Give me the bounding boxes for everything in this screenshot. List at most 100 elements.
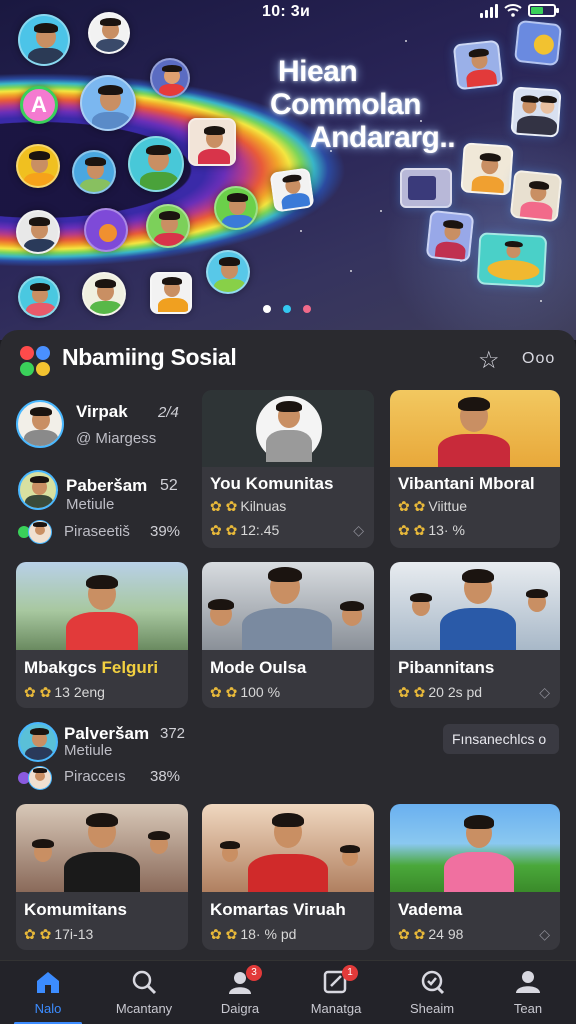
card-title: Vibantani Mboral	[398, 474, 535, 493]
search-icon	[130, 969, 158, 995]
card-meta2: ✿ ✿ 17i-13	[24, 926, 94, 942]
card-title: Komartas Viruah	[210, 900, 346, 919]
card-meta2: ✿ ✿ 100 %	[210, 684, 281, 700]
community-avatar-bubble[interactable]	[16, 144, 60, 188]
list-item-count: 2/4	[158, 404, 179, 421]
app-logo-icon	[18, 344, 52, 378]
favorite-star-icon[interactable]: ☆	[478, 346, 500, 375]
community-card[interactable]: You Komunitas ✿ ✿ Kilnuas ✿ ✿ 12:.45 ◇	[202, 390, 374, 548]
app-root: A 10: 3и Hiean Commolan Andararɡ.. Nbami…	[0, 0, 576, 1024]
media-box-tile[interactable]	[400, 168, 452, 208]
community-card[interactable]: Vibantani Mboral ✿ ✿ Viittue ✿ ✿ 13· %	[390, 390, 560, 548]
community-card[interactable]: Vadema ✿ ✿ 24 98 ◇	[390, 804, 560, 950]
carousel-pager[interactable]	[263, 305, 311, 313]
notification-badge: 3	[246, 965, 262, 981]
coin-icon: ✿ ✿	[398, 684, 426, 700]
card-image	[202, 562, 374, 650]
pager-dot[interactable]	[263, 305, 271, 313]
search-check-icon	[418, 969, 446, 995]
community-card[interactable]: Komumitans ✿ ✿ 17i-13	[16, 804, 188, 950]
avatar	[28, 520, 52, 544]
community-avatar-bubble[interactable]	[150, 58, 190, 98]
nav-label: Mcantany	[115, 1001, 173, 1016]
hero-banner[interactable]: A 10: 3и Hiean Commolan Andararɡ..	[0, 0, 576, 340]
list-item-percent: 38%	[150, 768, 181, 785]
nav-home[interactable]: Nalo	[0, 961, 96, 1024]
card-meta: ✿ ✿ Viittue	[398, 498, 468, 514]
list-item-status: Metiule	[66, 496, 115, 513]
community-avatar-bubble[interactable]	[80, 75, 136, 131]
list-item-name: Paberšam	[66, 476, 148, 495]
avatar	[18, 722, 58, 762]
nav-label: Tean	[513, 1001, 543, 1016]
card-image	[390, 804, 560, 892]
community-card[interactable]: Mode Oulsa ✿ ✿ 100 %	[202, 562, 374, 708]
community-avatar-bubble[interactable]	[82, 272, 126, 316]
community-avatar-bubble[interactable]	[18, 276, 60, 318]
status-time: 10: 3и	[262, 3, 311, 20]
community-card[interactable]: Mbakgcs Felguri ✿ ✿ 13 2eng	[16, 562, 188, 708]
community-avatar-bubble[interactable]	[128, 136, 184, 192]
community-tile[interactable]	[425, 209, 475, 263]
diamond-icon[interactable]: ◇	[539, 926, 550, 943]
hero-title-line: Commolan	[270, 88, 422, 121]
list-item-count: 52	[160, 477, 178, 494]
card-image	[16, 804, 188, 892]
fun-scene-tile[interactable]	[476, 232, 548, 288]
notification-badge: 1	[342, 965, 358, 981]
card-title: Pibannitans	[398, 658, 495, 677]
coin-icon: ✿ ✿	[210, 684, 238, 700]
pager-dot[interactable]	[283, 305, 291, 313]
home-icon	[34, 969, 62, 995]
hero-title-line: Hiean	[278, 55, 358, 88]
community-avatar-bubble[interactable]	[188, 118, 236, 166]
list-item-name: Palveršam	[64, 724, 150, 743]
nav-people[interactable]: 3 Daigra	[192, 961, 288, 1024]
more-options-button[interactable]: Ooo	[522, 350, 555, 368]
filter-chip[interactable]: Fınsanechlcs o	[443, 724, 559, 754]
sticker-bubble[interactable]	[84, 208, 128, 252]
nav-label: Daigra	[220, 1001, 260, 1016]
community-avatar-bubble[interactable]	[269, 167, 315, 213]
battery-icon	[528, 4, 559, 17]
community-avatar-bubble[interactable]	[146, 204, 190, 248]
community-avatar-bubble[interactable]	[206, 250, 250, 294]
coin-icon: ✿ ✿	[210, 522, 238, 538]
list-item-detail: Piraseetiš	[64, 523, 130, 540]
card-image	[390, 390, 560, 467]
card-image	[16, 562, 188, 650]
app-title: Nbamiing Sosial	[62, 344, 237, 370]
card-meta2: ✿ ✿ 18· % pd	[210, 926, 297, 942]
community-card[interactable]: Komartas Viruah ✿ ✿ 18· % pd	[202, 804, 374, 950]
coin-icon: ✿ ✿	[24, 684, 52, 700]
card-meta2: ✿ ✿ 13 2eng	[24, 684, 105, 700]
nav-share[interactable]: Sheaim	[384, 961, 480, 1024]
avatar	[16, 400, 64, 448]
nav-search[interactable]: Mcantany	[96, 961, 192, 1024]
community-avatar-bubble[interactable]	[214, 186, 258, 230]
wifi-icon	[504, 3, 522, 17]
pager-dot[interactable]	[303, 305, 311, 313]
coin-icon: ✿ ✿	[398, 926, 426, 942]
community-avatar-bubble[interactable]	[150, 272, 192, 314]
card-meta2: ✿ ✿ 13· %	[398, 522, 465, 538]
sticker-tile[interactable]	[513, 19, 563, 67]
diamond-icon[interactable]: ◇	[539, 684, 550, 701]
hero-title: Hiean Commolan Andararɡ..	[270, 55, 520, 154]
list-item-status: Metiule	[64, 742, 113, 759]
card-title: Mode Oulsa	[210, 658, 307, 677]
list-item-count: 372	[160, 725, 186, 742]
community-avatar-bubble[interactable]	[16, 210, 60, 254]
coin-icon: ✿ ✿	[210, 498, 238, 514]
card-meta2: ✿ ✿ 20 2s pd	[398, 684, 483, 700]
community-card[interactable]: Pibannitans ✿ ✿ 20 2s pd ◇	[390, 562, 560, 708]
diamond-icon[interactable]: ◇	[353, 522, 364, 539]
community-avatar-bubble[interactable]	[72, 150, 116, 194]
community-tile[interactable]	[509, 169, 563, 223]
list-item-percent: 39%	[150, 523, 181, 540]
nav-label: Sheaim	[409, 1001, 455, 1016]
avatar	[18, 470, 58, 510]
nav-team[interactable]: Tean	[480, 961, 576, 1024]
nav-manage[interactable]: 1 Manatga	[288, 961, 384, 1024]
letter-a-badge[interactable]: A	[20, 86, 58, 124]
